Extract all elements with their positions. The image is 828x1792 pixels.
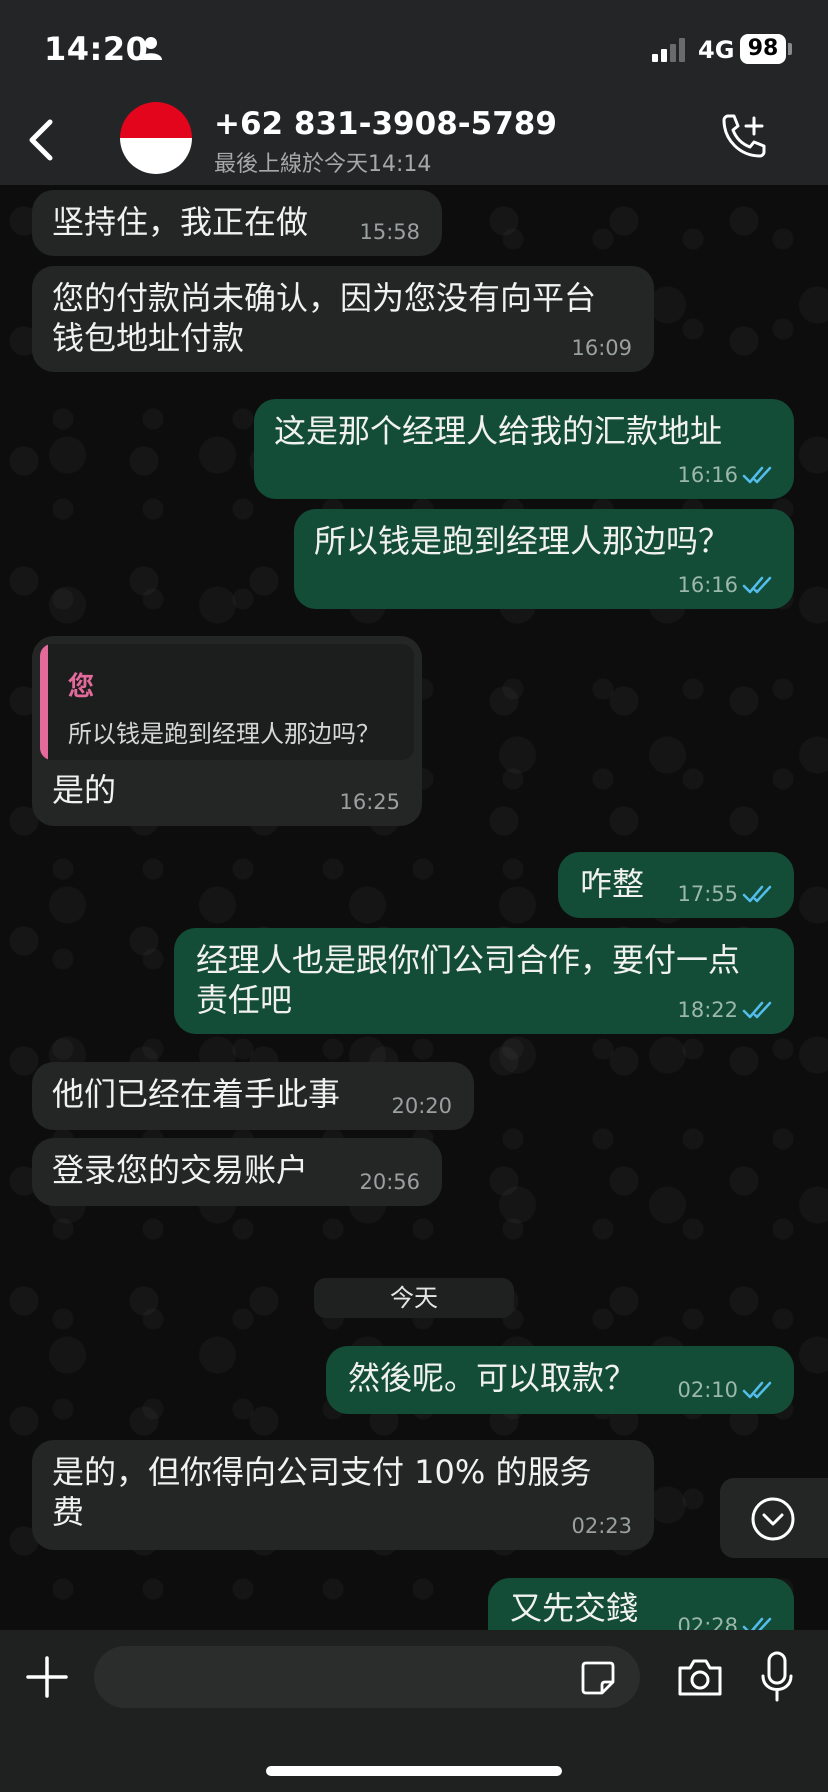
person-icon xyxy=(140,37,162,60)
message-bubble-outgoing[interactable]: 这是那个经理人给我的汇款地址 16:16 xyxy=(254,399,794,499)
sticker-icon[interactable] xyxy=(580,1660,616,1696)
quote-accent-bar xyxy=(40,644,48,760)
message-text: 坚持住，我正在做 xyxy=(52,203,309,241)
message-text: 是的，但你得向公司支付 10% 的服务费 xyxy=(52,1453,592,1531)
battery-level: 98 xyxy=(740,34,786,64)
read-ticks-icon xyxy=(742,1001,772,1019)
message-text: 又先交錢 xyxy=(510,1589,639,1627)
chat-header: +62 831-3908-5789 最後上線於今天14:14 xyxy=(0,100,828,185)
add-call-icon[interactable] xyxy=(716,112,768,164)
chevron-down-circle-icon xyxy=(751,1497,795,1541)
message-text: 登录您的交易账户 xyxy=(52,1151,309,1189)
signal-icon xyxy=(652,38,685,62)
home-indicator xyxy=(266,1766,562,1776)
avatar[interactable] xyxy=(120,102,192,174)
message-bubble-incoming[interactable]: 是的，但你得向公司支付 10% 的服务费 02:23 xyxy=(32,1440,654,1550)
message-text: 这是那个经理人给我的汇款地址 xyxy=(274,412,723,450)
message-text: 所以钱是跑到经理人那边吗？ xyxy=(314,522,731,560)
message-time: 16:09 xyxy=(571,336,632,360)
message-time: 17:55 xyxy=(677,882,738,906)
message-time: 02:10 xyxy=(677,1378,738,1402)
back-chevron-icon[interactable] xyxy=(22,118,62,162)
message-time: 15:58 xyxy=(359,220,420,244)
message-bubble-outgoing[interactable]: 咋整 17:55 xyxy=(558,852,794,918)
message-bubble-incoming[interactable]: 他们已经在着手此事 20:20 xyxy=(32,1062,474,1130)
battery-cap xyxy=(788,43,792,55)
network-type: 4G xyxy=(698,36,735,64)
message-text: 他们已经在着手此事 xyxy=(52,1075,341,1113)
read-ticks-icon xyxy=(742,466,772,484)
quote-text: 所以钱是跑到经理人那边吗？ xyxy=(68,720,380,748)
message-bubble-incoming[interactable]: 您的付款尚未确认，因为您没有向平台钱包地址付款 16:09 xyxy=(32,266,654,372)
message-text: 然後呢。可以取款？ xyxy=(348,1359,637,1397)
scroll-to-bottom-button[interactable] xyxy=(720,1478,828,1558)
message-time: 16:16 xyxy=(677,463,738,487)
message-time: 02:23 xyxy=(571,1514,632,1538)
date-separator: 今天 xyxy=(314,1278,514,1318)
read-ticks-icon xyxy=(742,576,772,594)
message-time: 16:25 xyxy=(339,790,400,814)
message-bubble-incoming[interactable]: 登录您的交易账户 20:56 xyxy=(32,1138,442,1206)
status-bar: 14:20 4G 98 xyxy=(0,0,828,100)
message-bubble-outgoing[interactable]: 然後呢。可以取款？ 02:10 xyxy=(326,1346,794,1414)
microphone-icon[interactable] xyxy=(760,1650,794,1704)
quoted-message[interactable]: 您 所以钱是跑到经理人那边吗？ xyxy=(40,644,414,760)
plus-icon[interactable] xyxy=(26,1656,68,1698)
composer-bar xyxy=(0,1630,828,1792)
status-time: 14:20 xyxy=(44,30,149,68)
quote-author: 您 xyxy=(68,672,95,702)
contact-name[interactable]: +62 831-3908-5789 xyxy=(214,106,557,142)
message-bubble-incoming[interactable]: 坚持住，我正在做 15:58 xyxy=(32,190,442,256)
message-time: 20:56 xyxy=(359,1170,420,1194)
message-text: 咋整 xyxy=(580,865,645,903)
read-ticks-icon xyxy=(742,1381,772,1399)
message-input[interactable] xyxy=(94,1646,640,1708)
camera-icon[interactable] xyxy=(676,1656,724,1698)
message-bubble-outgoing[interactable]: 所以钱是跑到经理人那边吗？ 16:16 xyxy=(294,509,794,609)
last-seen-status: 最後上線於今天14:14 xyxy=(214,152,432,177)
message-text: 是的 xyxy=(52,771,117,809)
message-text: 您的付款尚未确认，因为您没有向平台钱包地址付款 xyxy=(52,279,597,357)
message-time: 20:20 xyxy=(391,1094,452,1118)
message-bubble-incoming-reply[interactable]: 您 所以钱是跑到经理人那边吗？ 是的 16:25 xyxy=(32,636,422,826)
read-ticks-icon xyxy=(742,885,772,903)
message-time: 16:16 xyxy=(677,573,738,597)
message-time: 18:22 xyxy=(677,998,738,1022)
message-bubble-outgoing[interactable]: 经理人也是跟你们公司合作，要付一点责任吧 18:22 xyxy=(174,928,794,1034)
